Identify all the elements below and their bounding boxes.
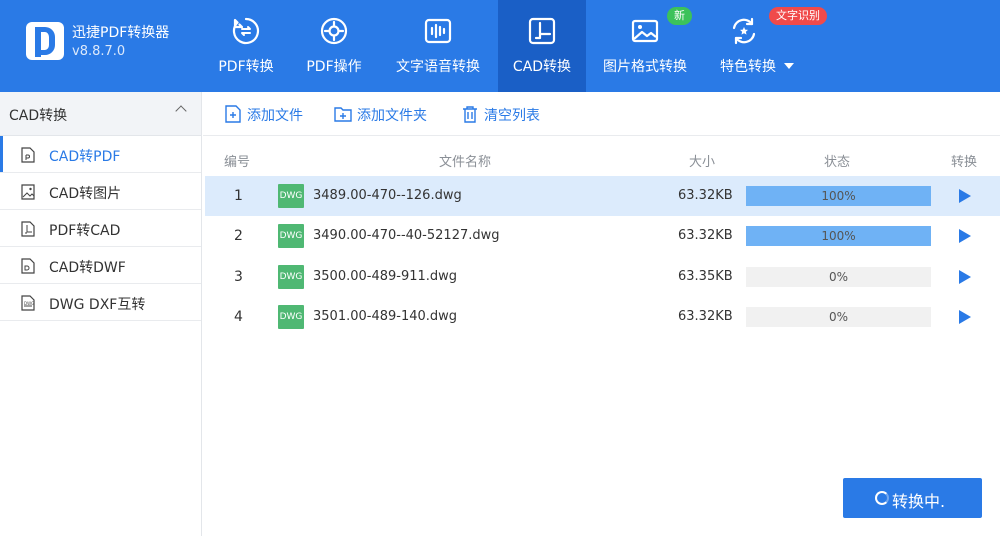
header-name: 文件名称 xyxy=(439,155,492,170)
convert-button[interactable]: 转换中. xyxy=(843,478,982,518)
sidebar-item-cad-to-image[interactable]: CAD转图片 xyxy=(0,173,201,210)
new-badge: 新 xyxy=(667,7,692,25)
nav-tab-text-voice[interactable]: 文字语音转换 xyxy=(378,0,498,92)
nav-label: 图片格式转换 xyxy=(603,59,687,75)
gear-doc-icon xyxy=(320,17,348,45)
play-icon[interactable] xyxy=(959,189,971,203)
dwg-file-icon: DWG xyxy=(278,224,304,248)
image-icon xyxy=(631,19,659,43)
header-size: 大小 xyxy=(689,155,716,170)
sidebar-item-dwg-dxf[interactable]: DWG DWG DXF互转 xyxy=(0,284,201,321)
file-size: 63.32KB xyxy=(678,309,733,324)
progress-bar: 0% xyxy=(746,307,931,327)
sidebar-item-label: CAD转DWF xyxy=(49,260,126,276)
nav-label: PDF操作 xyxy=(306,59,362,75)
add-folder-icon xyxy=(334,107,352,122)
add-folder-label: 添加文件夹 xyxy=(357,108,427,124)
top-header: 迅捷PDF转换器 v8.8.7.0 PDF转换 PDF操作 文字语音转换 CAD… xyxy=(0,0,1000,92)
row-number: 3 xyxy=(234,269,243,285)
play-icon[interactable] xyxy=(959,310,971,324)
progress-text: 100% xyxy=(821,229,856,243)
app-version: v8.8.7.0 xyxy=(72,44,126,59)
sidebar-item-cad-to-pdf[interactable]: CAD转PDF xyxy=(0,136,201,173)
cad-file-icon xyxy=(21,221,35,237)
add-file-icon xyxy=(225,105,241,123)
file-name: 3489.00-470--126.dwg xyxy=(313,188,462,203)
table-row[interactable]: 2 DWG 3490.00-470--40-52127.dwg 63.32KB … xyxy=(205,216,1000,256)
app-logo-icon xyxy=(26,22,64,60)
nav-label: 特色转换 xyxy=(720,56,824,76)
sidebar: CAD转换 CAD转PDF CAD转图片 PDF转CAD CAD转DWF DWG… xyxy=(0,92,202,536)
brand: 迅捷PDF转换器 v8.8.7.0 xyxy=(26,18,196,74)
header-num: 编号 xyxy=(224,155,251,170)
file-size: 63.35KB xyxy=(678,269,733,284)
cad-icon xyxy=(528,17,556,45)
sidebar-item-pdf-to-cad[interactable]: PDF转CAD xyxy=(0,210,201,247)
file-size: 63.32KB xyxy=(678,188,733,203)
dwg-file-icon: DWG xyxy=(278,265,304,289)
add-folder-button[interactable]: 添加文件夹 xyxy=(334,103,444,125)
app-name: 迅捷PDF转换器 xyxy=(72,25,170,41)
progress-bar: 100% xyxy=(746,186,931,206)
svg-text:DWG: DWG xyxy=(24,301,34,306)
trash-icon xyxy=(463,106,477,123)
sidebar-item-label: PDF转CAD xyxy=(49,223,121,239)
progress-text: 0% xyxy=(828,270,849,284)
dwg-file-icon: DWG xyxy=(21,295,35,311)
loading-spinner-icon xyxy=(875,491,889,505)
sidebar-item-cad-to-dwf[interactable]: CAD转DWF xyxy=(0,247,201,284)
table-row[interactable]: 3 DWG 3500.00-489-911.dwg 63.35KB 0% xyxy=(205,257,1000,297)
dwf-file-icon xyxy=(21,258,35,274)
file-size: 63.32KB xyxy=(678,228,733,243)
progress-text: 0% xyxy=(828,310,849,324)
pdf-file-icon xyxy=(21,147,35,163)
row-number: 1 xyxy=(234,188,243,204)
play-icon[interactable] xyxy=(959,229,971,243)
row-number: 4 xyxy=(234,309,243,325)
dwg-file-icon: DWG xyxy=(278,184,304,208)
clear-list-label: 清空列表 xyxy=(484,108,540,124)
dwg-file-icon: DWG xyxy=(278,305,304,329)
add-file-button[interactable]: 添加文件 xyxy=(224,103,324,125)
play-icon[interactable] xyxy=(959,270,971,284)
header-status: 状态 xyxy=(824,155,851,170)
pdf-convert-icon xyxy=(232,17,260,45)
progress-text: 100% xyxy=(821,189,856,203)
convert-button-label: 转换中. xyxy=(892,492,946,511)
progress-bar: 0% xyxy=(746,267,931,287)
progress-bar: 100% xyxy=(746,226,931,246)
nav-label: 文字语音转换 xyxy=(396,59,480,75)
toolbar: 添加文件 添加文件夹 清空列表 xyxy=(203,92,1000,136)
file-name: 3500.00-489-911.dwg xyxy=(313,269,458,284)
table-header: 编号 文件名称 大小 状态 转换 xyxy=(203,140,1000,176)
chevron-down-icon[interactable] xyxy=(784,63,794,69)
nav-label: PDF转换 xyxy=(218,59,274,75)
sidebar-item-label: DWG DXF互转 xyxy=(49,297,146,313)
sidebar-item-label: CAD转图片 xyxy=(49,186,122,202)
nav-tab-cad-convert[interactable]: CAD转换 xyxy=(498,0,586,92)
file-name: 3490.00-470--40-52127.dwg xyxy=(313,228,500,243)
row-number: 2 xyxy=(234,228,243,244)
image-file-icon xyxy=(21,184,35,200)
ocr-badge: 文字识别 xyxy=(769,7,827,25)
audio-wave-icon xyxy=(424,18,452,44)
table-row[interactable]: 1 DWG 3489.00-470--126.dwg 63.32KB 100% xyxy=(205,176,1000,216)
clear-list-button[interactable]: 清空列表 xyxy=(461,103,551,125)
add-file-label: 添加文件 xyxy=(247,108,303,124)
chevron-up-icon[interactable] xyxy=(175,105,187,117)
nav-label: CAD转换 xyxy=(512,59,572,75)
header-convert: 转换 xyxy=(951,155,978,170)
file-name: 3501.00-489-140.dwg xyxy=(313,309,458,324)
table-row[interactable]: 4 DWG 3501.00-489-140.dwg 63.32KB 0% xyxy=(205,297,1000,337)
refresh-icon xyxy=(732,17,756,45)
sidebar-item-label: CAD转PDF xyxy=(49,149,121,165)
nav-tab-pdf-ops[interactable]: PDF操作 xyxy=(290,0,378,92)
nav-tab-pdf-convert[interactable]: PDF转换 xyxy=(202,0,290,92)
sidebar-header-title: CAD转换 xyxy=(9,108,68,124)
sidebar-header[interactable]: CAD转换 xyxy=(0,92,201,136)
